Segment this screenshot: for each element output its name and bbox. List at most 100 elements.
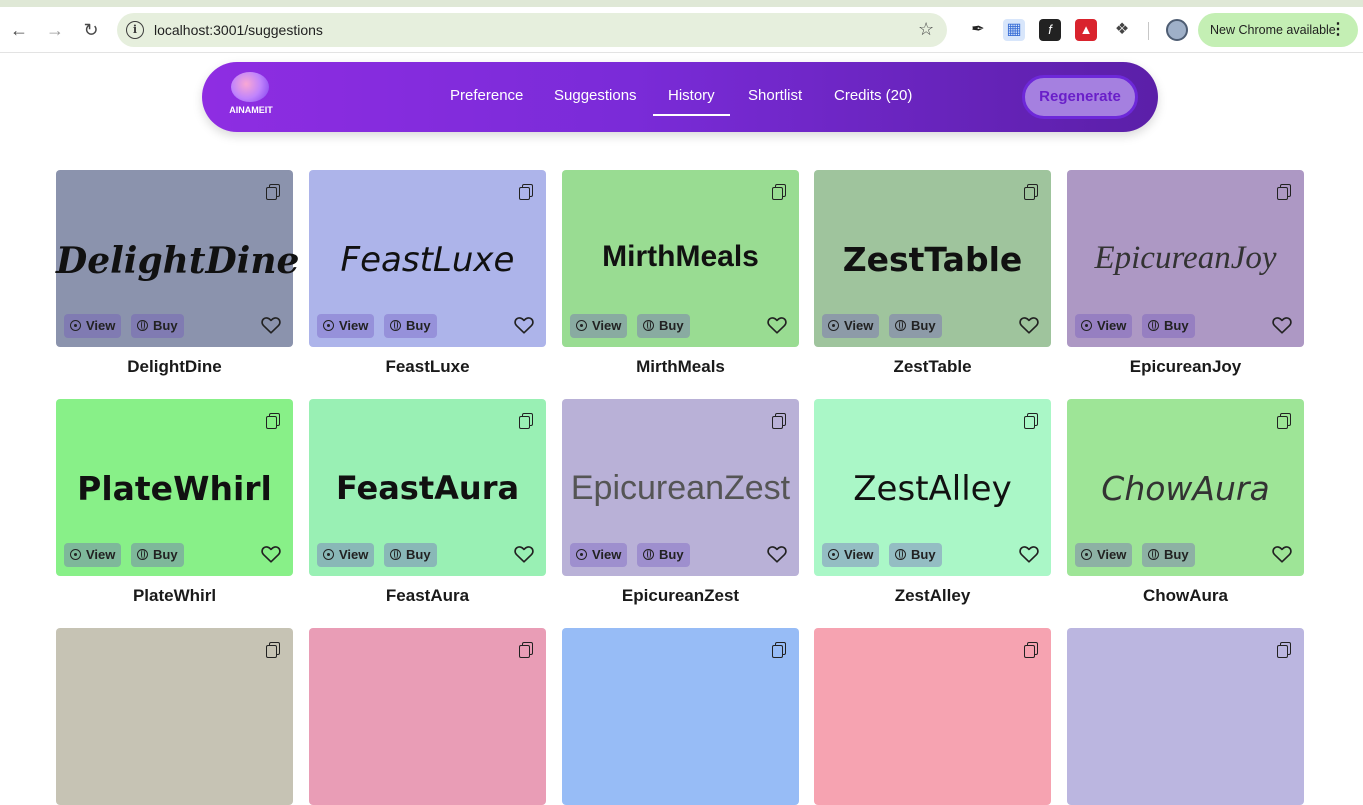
buy-button[interactable]: Buy xyxy=(1142,543,1195,567)
nav-history[interactable]: History xyxy=(653,86,730,116)
docs-extension-icon[interactable]: ▦ xyxy=(1003,19,1025,41)
heart-icon[interactable] xyxy=(260,314,282,336)
copy-icon[interactable] xyxy=(519,184,533,200)
card-thumbnail[interactable]: PlateWhirl View Buy xyxy=(56,399,293,576)
view-button[interactable]: View xyxy=(1075,314,1133,338)
buy-button[interactable]: Buy xyxy=(637,314,690,338)
profile-avatar[interactable] xyxy=(1166,19,1188,41)
nav-shortlist[interactable]: Shortlist xyxy=(748,86,802,106)
copy-icon[interactable] xyxy=(266,642,280,658)
heart-icon[interactable] xyxy=(766,314,788,336)
view-button[interactable]: View xyxy=(570,543,628,567)
card-thumbnail[interactable]: ZestAlley View Buy xyxy=(814,399,1051,576)
nav-preference[interactable]: Preference xyxy=(450,86,523,106)
buy-button[interactable]: Buy xyxy=(1142,314,1195,338)
card-thumbnail[interactable] xyxy=(309,628,546,805)
eyedropper-extension-icon[interactable]: ✒ xyxy=(967,19,989,41)
heart-icon[interactable] xyxy=(260,543,282,565)
buy-button[interactable]: Buy xyxy=(889,314,942,338)
card-thumbnail[interactable] xyxy=(562,628,799,805)
view-button[interactable]: View xyxy=(317,543,375,567)
buy-button[interactable]: Buy xyxy=(889,543,942,567)
view-button[interactable]: View xyxy=(822,314,880,338)
copy-icon[interactable] xyxy=(266,184,280,200)
app-logo[interactable]: AINAMEIT xyxy=(226,72,276,122)
card-thumbnail[interactable] xyxy=(814,628,1051,805)
card-thumbnail[interactable] xyxy=(56,628,293,805)
nav-suggestions[interactable]: Suggestions xyxy=(554,86,637,106)
eye-icon xyxy=(576,320,587,331)
card-wordmark: FeastLuxe xyxy=(340,240,515,280)
copy-icon[interactable] xyxy=(519,413,533,429)
copy-icon[interactable] xyxy=(772,184,786,200)
back-icon[interactable]: ← xyxy=(7,18,31,42)
heart-icon[interactable] xyxy=(1271,314,1293,336)
copy-icon[interactable] xyxy=(772,642,786,658)
copy-icon[interactable] xyxy=(266,413,280,429)
nav-credits[interactable]: Credits (20) xyxy=(834,86,912,106)
heart-icon[interactable] xyxy=(766,543,788,565)
view-label: View xyxy=(1097,547,1127,562)
address-bar[interactable]: i localhost:3001/suggestions ☆ xyxy=(117,13,947,47)
heart-icon[interactable] xyxy=(1018,543,1040,565)
globe-icon xyxy=(390,320,401,331)
globe-icon xyxy=(390,549,401,560)
card-title: MirthMeals xyxy=(636,357,725,376)
toolbar-divider xyxy=(1148,22,1149,40)
view-label: View xyxy=(844,547,874,562)
card-thumbnail[interactable]: MirthMeals View Buy xyxy=(562,170,799,347)
chrome-update-button[interactable]: New Chrome available ⋮ xyxy=(1198,13,1358,47)
site-info-icon[interactable]: i xyxy=(126,21,144,39)
url-text[interactable]: localhost:3001/suggestions xyxy=(154,22,323,38)
eye-icon xyxy=(323,320,334,331)
buy-button[interactable]: Buy xyxy=(637,543,690,567)
view-button[interactable]: View xyxy=(570,314,628,338)
copy-icon[interactable] xyxy=(1277,184,1291,200)
card-thumbnail[interactable]: DelightDine View Buy xyxy=(56,170,299,347)
font-extension-icon[interactable]: f xyxy=(1039,19,1061,41)
heart-icon[interactable] xyxy=(513,543,535,565)
globe-icon xyxy=(137,320,148,331)
card-thumbnail[interactable]: ZestTable View Buy xyxy=(814,170,1051,347)
card-thumbnail[interactable]: EpicureanJoy View Buy xyxy=(1067,170,1304,347)
card-thumbnail[interactable]: EpicureanZest View Buy xyxy=(562,399,799,576)
buy-button[interactable]: Buy xyxy=(384,314,437,338)
copy-icon[interactable] xyxy=(1024,642,1038,658)
copy-icon[interactable] xyxy=(1024,184,1038,200)
copy-icon[interactable] xyxy=(772,413,786,429)
eye-icon xyxy=(323,549,334,560)
copy-icon[interactable] xyxy=(1277,642,1291,658)
heart-icon[interactable] xyxy=(513,314,535,336)
card-thumbnail[interactable]: FeastAura View Buy xyxy=(309,399,546,576)
view-button[interactable]: View xyxy=(1075,543,1133,567)
copy-icon[interactable] xyxy=(519,642,533,658)
buy-button[interactable]: Buy xyxy=(384,543,437,567)
buy-button[interactable]: Buy xyxy=(131,314,184,338)
card-thumbnail[interactable] xyxy=(1067,628,1304,805)
extensions-puzzle-icon[interactable]: ❖ xyxy=(1111,19,1133,41)
more-menu-icon[interactable]: ⋮ xyxy=(1330,13,1346,47)
reload-icon[interactable]: ↻ xyxy=(79,18,103,42)
eye-icon xyxy=(70,549,81,560)
globe-icon xyxy=(643,320,654,331)
view-button[interactable]: View xyxy=(64,543,122,567)
forward-icon[interactable]: → xyxy=(43,18,67,42)
view-button[interactable]: View xyxy=(64,314,122,338)
copy-icon[interactable] xyxy=(1024,413,1038,429)
view-button[interactable]: View xyxy=(317,314,375,338)
card-thumbnail[interactable]: ChowAura View Buy xyxy=(1067,399,1304,576)
view-label: View xyxy=(339,547,369,562)
regenerate-button[interactable]: Regenerate xyxy=(1022,75,1138,119)
copy-icon[interactable] xyxy=(1277,413,1291,429)
pdf-extension-icon[interactable]: ▲ xyxy=(1075,19,1097,41)
card-wordmark: ZestTable xyxy=(842,240,1023,279)
card-thumbnail[interactable]: FeastLuxe View Buy xyxy=(309,170,546,347)
heart-icon[interactable] xyxy=(1271,543,1293,565)
heart-icon[interactable] xyxy=(1018,314,1040,336)
buy-label: Buy xyxy=(911,547,936,562)
globe-icon xyxy=(1148,549,1159,560)
card-wordmark: ZestAlley xyxy=(853,469,1012,509)
buy-button[interactable]: Buy xyxy=(131,543,184,567)
bookmark-star-icon[interactable]: ☆ xyxy=(918,19,934,40)
view-button[interactable]: View xyxy=(822,543,880,567)
